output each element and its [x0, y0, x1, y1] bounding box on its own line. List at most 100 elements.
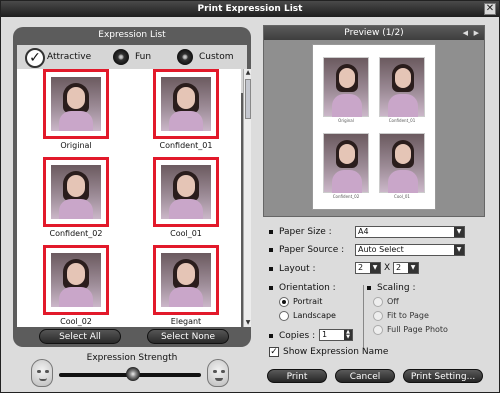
preview-caption: Confident_02: [332, 194, 360, 199]
thumbnail-caption: Confident_02: [49, 229, 103, 238]
portrait-photo: [51, 253, 101, 307]
layout-columns-select[interactable]: 2 ▼: [355, 262, 381, 274]
window-title: Print Expression List: [197, 4, 303, 14]
expression-list-header: Expression List: [98, 30, 166, 40]
preview-panel: Preview (1/2) ◀ ▶ Original Confident_01 …: [263, 25, 485, 217]
selection-bar: Select All Select None: [17, 329, 247, 345]
scroll-up-icon[interactable]: ▲: [244, 69, 252, 77]
paper-size-value: A4: [358, 227, 369, 236]
print-dialog: Print Expression List ✕ Expression List …: [0, 0, 500, 393]
bullet-icon: [269, 333, 273, 338]
thumbnail-frame: [153, 157, 219, 227]
paper-size-label: Paper Size :: [279, 227, 332, 237]
layout-label: Layout :: [279, 264, 316, 274]
layout-row: Layout :: [269, 264, 316, 276]
thumbnail-item[interactable]: Cool_01: [141, 157, 231, 243]
bullet-icon: [269, 266, 273, 271]
scroll-thumb[interactable]: [245, 79, 251, 119]
layout-times-label: X: [384, 263, 391, 273]
paper-source-value: Auto Select: [358, 245, 404, 254]
expression-list-panel: Expression List ✓ Attractive Fun Custom …: [13, 27, 251, 347]
preview-title: Preview (1/2): [344, 28, 404, 38]
landscape-radio[interactable]: [279, 311, 289, 321]
copies-row: Copies :: [269, 331, 315, 343]
thumbnail-caption: Confident_01: [159, 141, 213, 150]
layout-rows-value: 2: [396, 263, 402, 272]
smiling-face-icon: [207, 359, 229, 387]
chevron-down-icon: ▼: [454, 227, 464, 237]
toggle-dot-icon: [177, 49, 193, 65]
stepper-arrows-icon[interactable]: ▲ ▼: [344, 330, 352, 340]
thumbnail-scrollbar[interactable]: ▲ ▼: [243, 69, 251, 327]
preview-header: Preview (1/2) ◀ ▶: [264, 26, 484, 40]
portrait-label: Portrait: [293, 297, 323, 306]
portrait-photo: [51, 77, 101, 131]
scaling-label: Scaling :: [377, 283, 416, 293]
preview-thumbnail: Confident_01: [379, 57, 425, 129]
scaling-row: Scaling :: [367, 283, 416, 295]
portrait-photo: [161, 77, 211, 131]
portrait-radio[interactable]: [279, 297, 289, 307]
bullet-icon: [269, 285, 273, 290]
portrait-photo: [51, 165, 101, 219]
layout-rows-select[interactable]: 2 ▼: [393, 262, 419, 274]
fit-to-page-label: Fit to Page: [387, 311, 429, 320]
thumbnail-item[interactable]: Original: [31, 69, 121, 155]
preview-page: Original Confident_01 Confident_02 Cool_…: [312, 44, 436, 210]
show-name-checkbox[interactable]: ✓: [269, 347, 279, 357]
thumbnail-frame: [43, 245, 109, 315]
checkmark-icon: ✓: [25, 48, 45, 68]
show-name-label: Show Expression Name: [283, 347, 389, 357]
thumbnail-item[interactable]: Confident_01: [141, 69, 231, 155]
settings-divider: [363, 285, 364, 347]
bullet-icon: [269, 229, 273, 234]
scaling-off-label: Off: [387, 297, 399, 306]
copies-stepper[interactable]: 1 ▲ ▼: [319, 329, 353, 341]
thumbnail-caption: Original: [60, 141, 92, 150]
toggle-dot-icon: [113, 49, 129, 65]
strength-slider-knob[interactable]: [125, 367, 140, 381]
scroll-down-icon[interactable]: ▼: [244, 319, 252, 327]
thumbnail-item[interactable]: Confident_02: [31, 157, 121, 243]
thumbnail-frame: [43, 69, 109, 139]
previous-page-icon[interactable]: ◀: [463, 26, 468, 40]
cancel-button[interactable]: Cancel: [335, 369, 395, 383]
orientation-row: Orientation :: [269, 283, 336, 295]
copies-value: 1: [322, 330, 328, 339]
preview-caption: Confident_01: [388, 118, 416, 123]
select-all-button[interactable]: Select All: [39, 329, 121, 344]
layout-columns-value: 2: [358, 263, 364, 272]
next-page-icon[interactable]: ▶: [474, 26, 479, 40]
preview-thumbnail: Original: [323, 57, 369, 129]
thumbnail-item[interactable]: Elegant: [141, 245, 231, 327]
thumbnail-caption: Cool_01: [170, 229, 202, 238]
chevron-down-icon: ▼: [408, 263, 418, 273]
full-page-photo-radio[interactable]: [373, 325, 383, 335]
paper-size-select[interactable]: A4 ▼: [355, 226, 465, 238]
thumbnail-item[interactable]: Cool_02: [31, 245, 121, 327]
full-page-photo-label: Full Page Photo: [387, 325, 448, 334]
portrait-photo: [161, 165, 211, 219]
orientation-label: Orientation :: [279, 283, 336, 293]
filter-label: Attractive: [47, 52, 92, 62]
print-setting-button[interactable]: Print Setting...: [403, 369, 483, 383]
paper-size-row: Paper Size :: [269, 227, 332, 239]
thumbnail-caption: Cool_02: [60, 317, 92, 326]
fit-to-page-radio[interactable]: [373, 311, 383, 321]
preview-caption: Original: [338, 118, 354, 123]
print-button[interactable]: Print: [267, 369, 327, 383]
thumbnail-frame: [43, 157, 109, 227]
paper-source-select[interactable]: Auto Select ▼: [355, 244, 465, 256]
copies-label: Copies :: [279, 331, 316, 341]
close-icon[interactable]: ✕: [484, 3, 496, 15]
scaling-off-radio[interactable]: [373, 297, 383, 307]
select-none-button[interactable]: Select None: [147, 329, 229, 344]
title-bar: Print Expression List ✕: [1, 1, 499, 17]
preview-thumbnail: Confident_02: [323, 133, 369, 205]
thumbnail-frame: [153, 245, 219, 315]
chevron-down-icon: ▼: [454, 245, 464, 255]
chevron-down-icon: ▼: [370, 263, 380, 273]
thumbnail-caption: Elegant: [170, 317, 202, 326]
preview-caption: Cool_01: [394, 194, 410, 199]
bullet-icon: [269, 247, 273, 252]
